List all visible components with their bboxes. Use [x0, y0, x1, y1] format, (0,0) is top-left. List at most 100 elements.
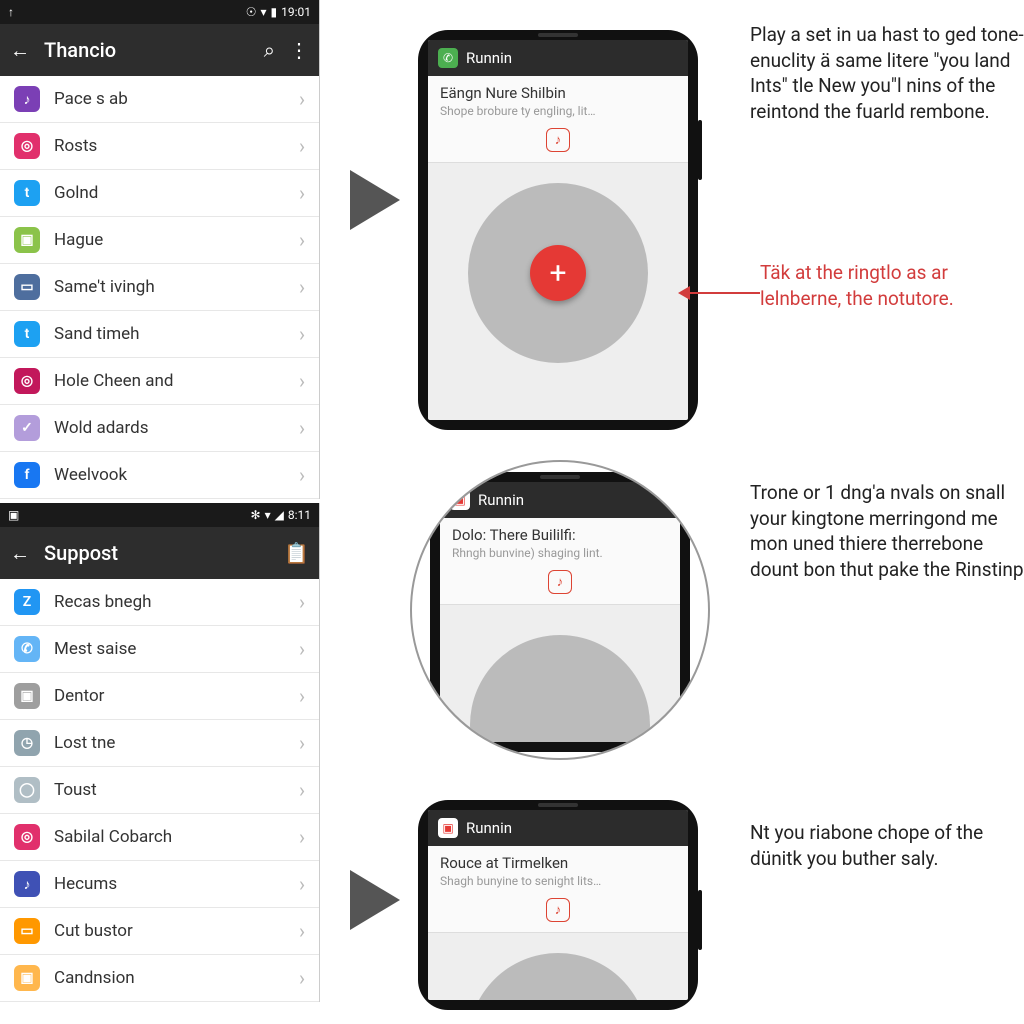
notif-card-1[interactable]: Eängn Nure Shilbin Shope brobure ty engl… [428, 76, 688, 163]
app-icon: ▣ [14, 965, 40, 991]
list-item-label: Toust [54, 780, 97, 800]
app-list-1: ♪Pace s ab›◎Rosts›tGolnd›▣Hague›▭Same't … [0, 76, 319, 499]
battery-icon: ▮ [271, 5, 278, 19]
page-title-1: Thancio [44, 38, 116, 62]
back-icon[interactable]: ← [10, 38, 30, 63]
list-item-label: Mest saise [54, 639, 136, 659]
app-list-2: ZRecas bnegh›✆Mest saise›▣Dentor›◷Lost t… [0, 579, 319, 1002]
mini-ringtone-icon[interactable]: ♪ [546, 128, 570, 152]
overflow-icon[interactable]: ⋮ [289, 38, 309, 62]
app-icon: ♪ [14, 86, 40, 112]
status-bar-1: ↑ ☉ ▾ ▮ 19:01 [0, 0, 319, 24]
status-time-2: 8:11 [288, 508, 311, 522]
chevron-right-icon: › [299, 966, 305, 990]
app-icon: ▣ [14, 683, 40, 709]
app-icon: ▭ [14, 918, 40, 944]
clipboard-icon[interactable]: 📋 [284, 541, 309, 565]
list-item[interactable]: t Golnd › [0, 170, 319, 217]
app-icon: ♪ [14, 871, 40, 897]
step-2-caption: Trone or 1 dng'a nvals on snall your kin… [750, 480, 1024, 583]
title-bar-2: ← Suppost 📋 [0, 527, 319, 579]
list-item[interactable]: ♪ Pace s ab › [0, 76, 319, 123]
list-item-label: Same't ivingh [54, 277, 155, 297]
chevron-right-icon: › [299, 590, 305, 614]
wifi-icon: ▾ [260, 5, 266, 19]
notif-card-2[interactable]: Dolo: There Buililfi: Rhngh bunvine) sha… [440, 518, 680, 605]
app-icon: t [14, 180, 40, 206]
list-item-label: Golnd [54, 183, 98, 203]
notif-label-1: Runnin [466, 49, 512, 67]
list-item-label: Pace s ab [54, 89, 128, 109]
notif-card-3[interactable]: Rouce at Tirmelken Shagh bunyine to seni… [428, 846, 688, 933]
mini-ringtone-icon[interactable]: ♪ [548, 570, 572, 594]
card-title-1: Eängn Nure Shilbin [440, 84, 676, 102]
app-icon: t [14, 321, 40, 347]
list-item[interactable]: ♪Hecums› [0, 861, 319, 908]
list-item[interactable]: fWeelvook› [0, 452, 319, 499]
app-icon: ▣ [14, 227, 40, 253]
list-item-label: Rosts [54, 136, 97, 156]
app-icon: ✆ [14, 636, 40, 662]
add-fab[interactable]: + [530, 245, 586, 301]
list-item[interactable]: ▭Same't ivingh› [0, 264, 319, 311]
phone-app-icon: ✆ [438, 48, 458, 68]
play-triangle-icon [350, 170, 400, 230]
circle-crop: ▣ Runnin Dolo: There Buililfi: Rhngh bun… [410, 460, 710, 760]
chevron-right-icon: › [299, 87, 305, 111]
list-item[interactable]: ▣Hague› [0, 217, 319, 264]
search-icon[interactable]: ⌕ [264, 38, 275, 62]
record-dial-2 [470, 635, 650, 742]
notif-bar-3: ▣ Runnin [428, 810, 688, 846]
signal-icon: ◢ [275, 508, 284, 522]
list-item-label: Hole Cheen and [54, 371, 173, 391]
list-item[interactable]: ◎Sabilal Cobarch› [0, 814, 319, 861]
list-item[interactable]: ▭ Cut bustor › [0, 908, 319, 955]
card-title-3: Rouce at Tirmelken [440, 854, 676, 872]
step-1: ✆ Runnin Eängn Nure Shilbin Shope brobur… [350, 30, 698, 430]
back-icon[interactable]: ← [10, 541, 30, 566]
left-column: ↑ ☉ ▾ ▮ 19:01 ← Thancio ⌕ ⋮ ♪Pace s ab›◎… [0, 0, 320, 1024]
chevron-right-icon: › [299, 684, 305, 708]
list-item[interactable]: ◷Lost tne› [0, 720, 319, 767]
step-2: ▣ Runnin Dolo: There Buililfi: Rhngh bun… [410, 460, 710, 760]
chevron-right-icon: › [299, 825, 305, 849]
notif-label-3: Runnin [466, 819, 512, 837]
list-item[interactable]: ✆Mest saise› [0, 626, 319, 673]
list-item[interactable]: ▣Dentor› [0, 673, 319, 720]
list-item[interactable]: ✓Wold adards› [0, 405, 319, 452]
phone-screen-1: ✆ Runnin Eängn Nure Shilbin Shope brobur… [428, 40, 688, 420]
phone-screen-3: ▣ Runnin Rouce at Tirmelken Shagh bunyin… [428, 810, 688, 1000]
phone-screen-2: ▣ Runnin Dolo: There Buililfi: Rhngh bun… [440, 482, 680, 742]
card-sub-2: Rhngh bunvine) shaging lint. [452, 546, 668, 560]
chevron-right-icon: › [299, 181, 305, 205]
phone-frame-3: ▣ Runnin Rouce at Tirmelken Shagh bunyin… [418, 800, 698, 1010]
app-icon: ◯ [14, 777, 40, 803]
chevron-right-icon: › [299, 228, 305, 252]
step-1-callout: Täk at the ringtlo as ar lelnberne, the … [760, 260, 1010, 311]
list-item[interactable]: ◎Hole Cheen and› [0, 358, 319, 405]
mini-ringtone-icon[interactable]: ♪ [546, 898, 570, 922]
step-3: ▣ Runnin Rouce at Tirmelken Shagh bunyin… [350, 800, 698, 1010]
runnin-app-icon: ▣ [450, 490, 470, 510]
lte-icon: ☉ [246, 5, 257, 19]
list-item[interactable]: tSand timeh› [0, 311, 319, 358]
record-dial: + [468, 183, 648, 363]
app-icon: ✓ [14, 415, 40, 441]
list-item[interactable]: ◯ Toust › [0, 767, 319, 814]
android-screen-2: ▣ ✻ ▾ ◢ 8:11 ← Suppost 📋 ZRecas bnegh›✆M… [0, 503, 320, 1002]
chevron-right-icon: › [299, 778, 305, 802]
chevron-right-icon: › [299, 134, 305, 158]
chevron-right-icon: › [299, 416, 305, 440]
android-screen-1: ↑ ☉ ▾ ▮ 19:01 ← Thancio ⌕ ⋮ ♪Pace s ab›◎… [0, 0, 320, 499]
app-icon: f [14, 462, 40, 488]
app-icon: ◷ [14, 730, 40, 756]
square-icon: ▣ [8, 508, 19, 522]
card-title-2: Dolo: There Buililfi: [452, 526, 668, 544]
app-icon: ◎ [14, 133, 40, 159]
list-item[interactable]: ▣Candnsion› [0, 955, 319, 1002]
list-item[interactable]: ◎ Rosts › [0, 123, 319, 170]
right-area: ✆ Runnin Eängn Nure Shilbin Shope brobur… [340, 0, 1024, 1024]
chevron-right-icon: › [299, 919, 305, 943]
list-item-label: Cut bustor [54, 921, 133, 941]
list-item[interactable]: ZRecas bnegh› [0, 579, 319, 626]
